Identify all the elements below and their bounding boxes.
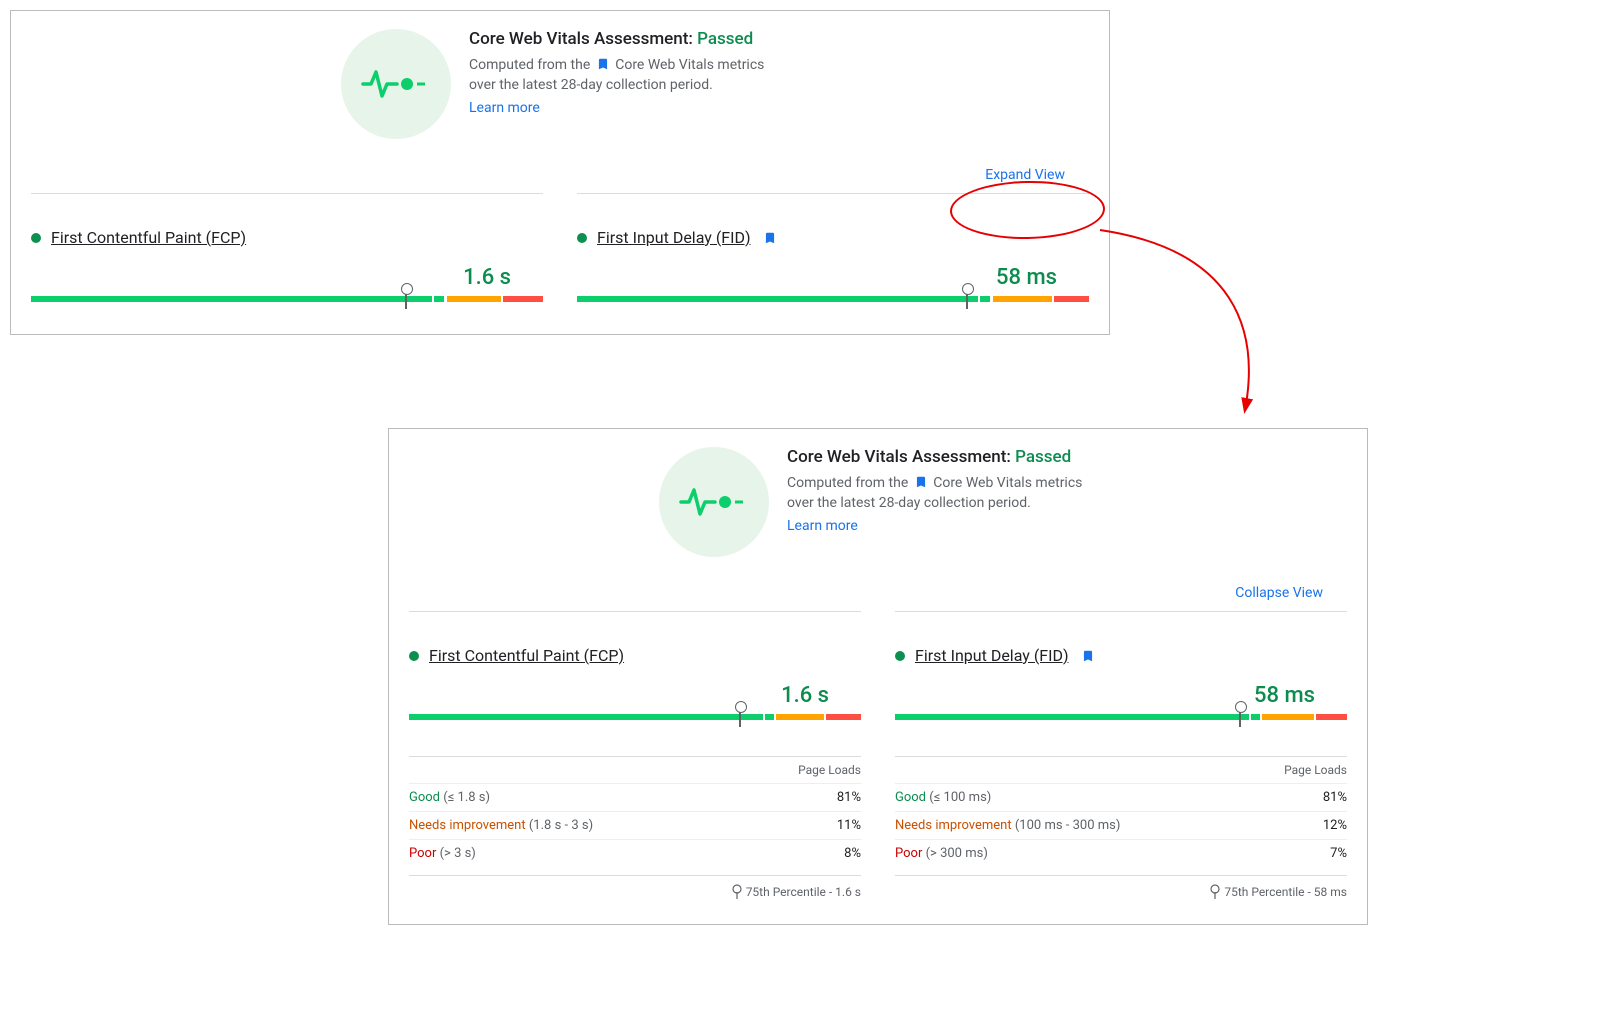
activity-icon xyxy=(341,29,451,139)
marker-key-icon xyxy=(732,884,742,900)
metric-card-fcp: First Contentful Paint (FCP) 1.6 s Page … xyxy=(409,611,861,900)
distribution-table: Page Loads Good (≤ 100 ms) 81% Needs imp… xyxy=(895,756,1347,900)
learn-more-link[interactable]: Learn more xyxy=(469,100,540,116)
gauge-marker-icon xyxy=(405,289,407,309)
bookmark-icon xyxy=(763,231,777,245)
cwv-header: Core Web Vitals Assessment: Passed Compu… xyxy=(31,29,1089,139)
cwv-panel-expanded: Core Web Vitals Assessment: Passed Compu… xyxy=(388,428,1368,925)
activity-icon xyxy=(659,447,769,557)
metric-name-link[interactable]: First Input Delay (FID) xyxy=(915,646,1069,665)
metric-value: 58 ms xyxy=(577,265,1089,290)
percentile-footer: 75th Percentile - 58 ms xyxy=(895,875,1347,900)
dist-value: 81% xyxy=(837,790,861,805)
distribution-table: Page Loads Good (≤ 1.8 s) 81% Needs impr… xyxy=(409,756,861,900)
dist-row: Needs improvement (1.8 s - 3 s) 11% xyxy=(409,811,861,839)
dist-row: Needs improvement (100 ms - 300 ms) 12% xyxy=(895,811,1347,839)
bookmark-icon xyxy=(1081,649,1095,663)
cwv-definition-link[interactable]: Core Web Vitals xyxy=(615,57,714,73)
gauge-marker-icon xyxy=(1239,707,1241,727)
cwv-definition-link[interactable]: Core Web Vitals xyxy=(933,475,1032,491)
status-dot-good xyxy=(31,233,41,243)
assessment-status: Passed xyxy=(697,29,753,49)
dist-row: Good (≤ 1.8 s) 81% xyxy=(409,783,861,811)
marker-key-icon xyxy=(1210,884,1220,900)
dist-row: Poor (> 300 ms) 7% xyxy=(895,839,1347,867)
metric-gauge xyxy=(577,296,1089,310)
metric-card-fid: First Input Delay (FID) 58 ms xyxy=(577,193,1089,310)
metric-gauge xyxy=(895,714,1347,728)
assessment-status: Passed xyxy=(1015,447,1071,467)
metric-gauge xyxy=(31,296,543,310)
assessment-title: Core Web Vitals Assessment: Passed xyxy=(787,447,1097,467)
metric-value: 58 ms xyxy=(895,683,1347,708)
cwv-header: Core Web Vitals Assessment: Passed Compu… xyxy=(409,447,1347,557)
assessment-subtitle: Computed from the Core Web Vitals metric… xyxy=(787,473,1097,514)
dist-column-header: Page Loads xyxy=(409,757,861,783)
dist-value: 12% xyxy=(1323,818,1347,833)
percentile-footer: 75th Percentile - 1.6 s xyxy=(409,875,861,900)
metric-gauge xyxy=(409,714,861,728)
gauge-marker-icon xyxy=(739,707,741,727)
metric-name-link[interactable]: First Contentful Paint (FCP) xyxy=(429,646,624,665)
bookmark-icon xyxy=(914,475,928,489)
metric-value: 1.6 s xyxy=(31,265,543,290)
dist-value: 81% xyxy=(1323,790,1347,805)
cwv-panel-collapsed: Core Web Vitals Assessment: Passed Compu… xyxy=(10,10,1110,335)
metric-card-fid: First Input Delay (FID) 58 ms Page Loads… xyxy=(895,611,1347,900)
status-dot-good xyxy=(409,651,419,661)
bookmark-icon xyxy=(596,57,610,71)
dist-value: 8% xyxy=(844,846,861,861)
gauge-marker-icon xyxy=(966,289,968,309)
dist-row: Good (≤ 100 ms) 81% xyxy=(895,783,1347,811)
dist-row: Poor (> 3 s) 8% xyxy=(409,839,861,867)
status-dot-good xyxy=(895,651,905,661)
expand-view-button[interactable]: Expand View xyxy=(985,167,1065,183)
dist-value: 7% xyxy=(1330,846,1347,861)
metric-value: 1.6 s xyxy=(409,683,861,708)
learn-more-link[interactable]: Learn more xyxy=(787,518,858,534)
dist-value: 11% xyxy=(837,818,861,833)
dist-column-header: Page Loads xyxy=(895,757,1347,783)
assessment-subtitle: Computed from the Core Web Vitals metric… xyxy=(469,55,779,96)
metric-name-link[interactable]: First Contentful Paint (FCP) xyxy=(51,228,246,247)
assessment-title: Core Web Vitals Assessment: Passed xyxy=(469,29,779,49)
status-dot-good xyxy=(577,233,587,243)
metric-name-link[interactable]: First Input Delay (FID) xyxy=(597,228,751,247)
metric-card-fcp: First Contentful Paint (FCP) 1.6 s xyxy=(31,193,543,310)
collapse-view-button[interactable]: Collapse View xyxy=(1235,585,1323,601)
